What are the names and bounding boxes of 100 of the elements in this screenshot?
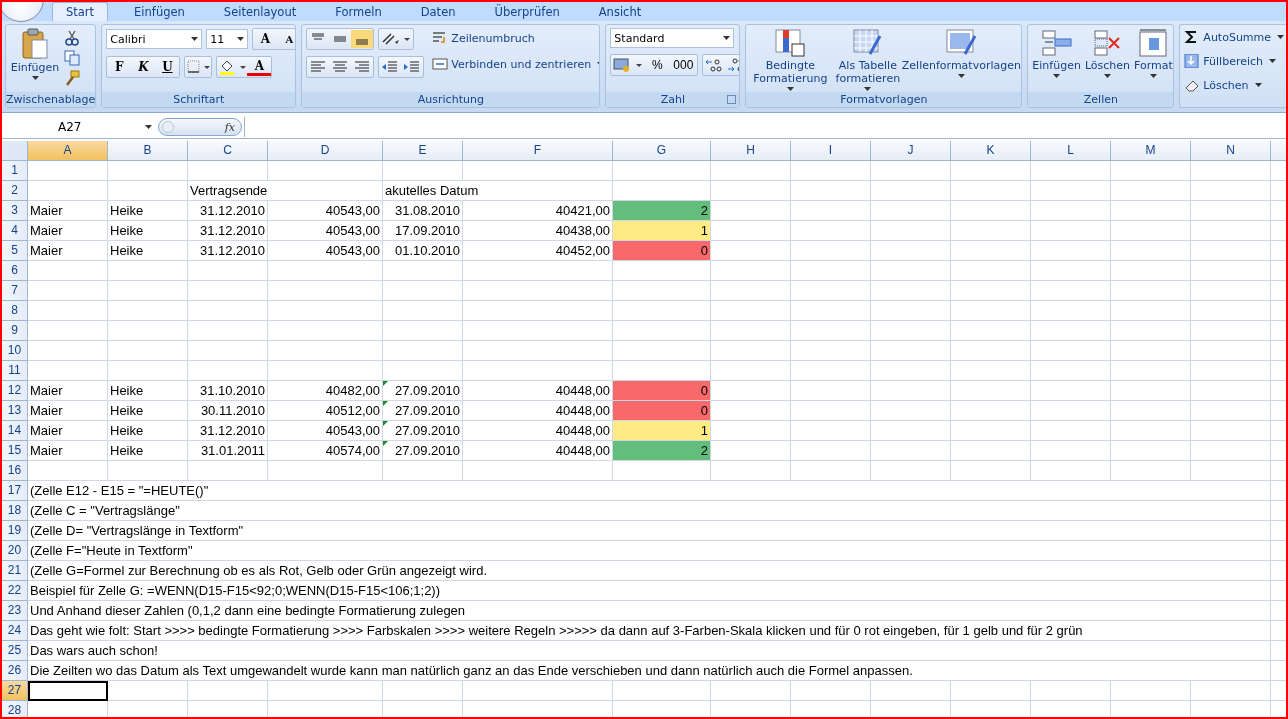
number-format-field[interactable]: Standard (610, 28, 735, 48)
align-bottom-icon[interactable] (351, 30, 374, 48)
table-cell: 30.11.2010 (188, 401, 268, 421)
scissors-icon[interactable] (64, 30, 80, 46)
delete-cells-button[interactable]: Löschen (1084, 28, 1131, 78)
font-family-field[interactable]: Calibri (106, 29, 203, 49)
ribbon-tab[interactable]: Formeln (322, 3, 395, 21)
shrink-font-button[interactable]: A (277, 30, 296, 48)
italic-button[interactable]: K (131, 58, 156, 76)
column-header[interactable]: F (463, 141, 613, 161)
row-header[interactable]: 19 (2, 521, 28, 541)
ribbon-tab[interactable]: Überprüfen (481, 3, 573, 21)
table-cell: 40574,00 (268, 441, 383, 461)
column-header[interactable]: J (871, 141, 951, 161)
table-cell: (Zelle C = "Vertragslänge" (28, 501, 1271, 521)
row-header[interactable]: 7 (2, 281, 28, 301)
insert-function-button[interactable]: fx (158, 118, 242, 136)
column-header[interactable]: B (108, 141, 188, 161)
row-header[interactable]: 11 (2, 361, 28, 381)
wrap-text-button[interactable]: Zeilenumbruch (432, 28, 600, 48)
ribbon-tab[interactable]: Einfügen (121, 3, 198, 21)
ribbon-tab[interactable]: Ansicht (585, 3, 655, 21)
row-header[interactable]: 28 (2, 701, 28, 717)
row-header[interactable]: 3 (2, 201, 28, 221)
bold-button[interactable]: F (107, 58, 132, 76)
thousands-button[interactable]: 000 (669, 56, 698, 74)
row-header[interactable]: 17 (2, 481, 28, 501)
format-cells-button[interactable]: Format (1134, 28, 1173, 78)
column-header[interactable]: M (1111, 141, 1191, 161)
row-header[interactable]: 10 (2, 341, 28, 361)
format-as-table-button[interactable]: Als Tabelle formatieren (834, 28, 902, 91)
table-cell: 27.09.2010 (383, 441, 463, 461)
borders-icon[interactable] (185, 58, 212, 76)
row-header[interactable]: 14 (2, 421, 28, 441)
table-cell: 0 (613, 241, 711, 261)
fill-color-icon[interactable] (217, 58, 248, 76)
row-header[interactable]: 8 (2, 301, 28, 321)
paste-button[interactable]: Einfügen (10, 28, 60, 80)
group-title: Zellen (1028, 92, 1174, 107)
format-cells-icon (1137, 28, 1170, 58)
table-cell: Maier (28, 401, 108, 421)
column-header[interactable]: E (383, 141, 463, 161)
table-cell: 01.10.2010 (383, 241, 463, 261)
row-header[interactable]: 22 (2, 581, 28, 601)
column-header[interactable]: K (951, 141, 1031, 161)
row-header[interactable]: 1 (2, 161, 28, 181)
table-cell: Maier (28, 201, 108, 221)
row-header[interactable]: 26 (2, 661, 28, 681)
column-header[interactable]: C (188, 141, 268, 161)
column-header[interactable]: A (28, 141, 108, 161)
table-cell: Maier (28, 221, 108, 241)
row-header[interactable]: 12 (2, 381, 28, 401)
column-header[interactable]: N (1191, 141, 1271, 161)
name-box[interactable]: A27 (2, 117, 156, 137)
table-cell: 40543,00 (268, 221, 383, 241)
conditional-formatting-button[interactable]: Bedingte Formatierung (750, 28, 831, 91)
row-header[interactable]: 2 (2, 181, 28, 201)
row-header[interactable]: 20 (2, 541, 28, 561)
group-title: Formatvorlagen (746, 92, 1022, 107)
copy-icon[interactable] (64, 50, 80, 66)
row-header[interactable]: 5 (2, 241, 28, 261)
row-header[interactable]: 6 (2, 261, 28, 281)
row-header[interactable]: 4 (2, 221, 28, 241)
table-cell: 31.01.2011 (188, 441, 268, 461)
ribbon-tab[interactable]: Daten (407, 3, 469, 21)
merge-center-button[interactable]: Verbinden und zentrieren (432, 54, 600, 74)
row-header[interactable]: 16 (2, 461, 28, 481)
row-header[interactable]: 24 (2, 621, 28, 641)
row-header[interactable]: 13 (2, 401, 28, 421)
autosum-button[interactable]: AutoSumme (1184, 27, 1285, 47)
row-header[interactable]: 27 (2, 681, 28, 701)
table-cell: 40482,00 (268, 381, 383, 401)
column-header[interactable]: I (791, 141, 871, 161)
ribbon-tab[interactable]: Seitenlayout (210, 3, 310, 21)
column-header[interactable]: G (613, 141, 711, 161)
ribbon-tab[interactable]: Start (52, 2, 109, 21)
clear-button[interactable]: Löschen (1184, 75, 1262, 95)
row-header[interactable]: 21 (2, 561, 28, 581)
grow-font-button[interactable]: A (253, 30, 278, 48)
table-cell: Heike (108, 381, 188, 401)
row-header[interactable]: 15 (2, 441, 28, 461)
percent-button[interactable]: % (645, 56, 670, 74)
table-cell: Beispiel für Zelle G: =WENN(D15-F15<92;0;WENN(D15-F15<106;1;2)) (28, 581, 1271, 601)
table-cell: Heike (108, 241, 188, 261)
font-size-field[interactable]: 11 (206, 29, 249, 49)
row-header[interactable]: 18 (2, 501, 28, 521)
column-header[interactable]: D (268, 141, 383, 161)
column-header[interactable]: H (711, 141, 791, 161)
underline-button[interactable]: U (155, 58, 180, 76)
group-title: Schriftart (102, 92, 296, 107)
column-header[interactable]: L (1031, 141, 1111, 161)
fill-button[interactable]: Füllbereich (1184, 51, 1277, 71)
active-cell[interactable] (28, 681, 108, 701)
paintbrush-icon[interactable] (64, 70, 80, 86)
row-header[interactable]: 23 (2, 601, 28, 621)
insert-cells-button[interactable]: Einfügen (1032, 28, 1081, 78)
row-header[interactable]: 25 (2, 641, 28, 661)
table-cell: 17.09.2010 (383, 221, 463, 241)
table-cell: 40543,00 (268, 421, 383, 441)
row-header[interactable]: 9 (2, 321, 28, 341)
